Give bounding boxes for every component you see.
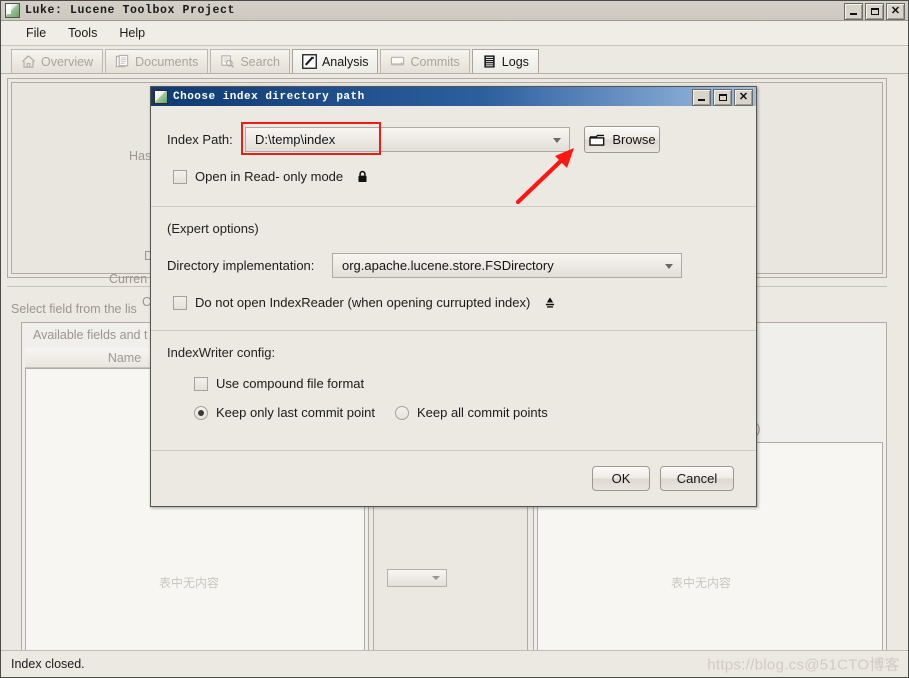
cancel-button[interactable]: Cancel [660,466,734,491]
bg-label-has: Has [129,149,151,163]
dialog-close-button[interactable]: ✕ [734,89,753,106]
tab-logs[interactable]: Logs [472,49,539,73]
window-controls: ✕ [844,3,905,20]
screenshot-root: Luke: Lucene Toolbox Project ✕ File Tool… [0,0,909,678]
keep-all-commits-label: Keep all commit points [417,405,548,420]
window-titlebar: Luke: Lucene Toolbox Project ✕ [1,1,908,21]
index-path-combo[interactable]: D:\temp\index [245,127,570,152]
logs-icon [482,54,497,69]
tab-documents[interactable]: Documents [105,49,208,73]
tab-analysis[interactable]: Analysis [292,49,379,73]
bg-empty-table-right: 表中无内容 [671,574,731,591]
tab-search[interactable]: Search [210,49,290,73]
directory-impl-value: org.apache.lucene.store.FSDirectory [342,258,554,273]
directory-impl-row: Directory implementation: org.apache.luc… [167,253,740,278]
window-title: Luke: Lucene Toolbox Project [25,4,235,17]
analysis-icon [302,54,317,69]
bg-label-current: Curren [109,272,147,286]
chevron-down-icon [553,138,561,143]
menubar: File Tools Help [1,21,908,46]
commit-point-radio-group: Keep only last commit point Keep all com… [194,405,740,420]
index-path-row: Index Path: D:\temp\index Brows [167,126,740,153]
bg-empty-table-left: 表中无内容 [159,574,219,591]
dialog-minimize-button[interactable] [692,89,711,106]
no-index-reader-label: Do not open IndexReader (when opening cu… [195,295,530,310]
tab-strip: Overview Documents Search [1,46,908,74]
close-button[interactable]: ✕ [886,3,905,20]
commits-icon [390,54,405,69]
documents-icon [115,54,130,69]
dialog-footer: OK Cancel [151,450,756,506]
indexwriter-config-section: IndexWriter config: Use compound file fo… [151,331,756,420]
tab-label: Overview [41,55,93,69]
tab-label: Documents [135,55,198,69]
dialog-titlebar: Choose index directory path ✕ [151,87,756,106]
watermark-text: https://blog.cs@51CTO博客 [707,654,900,675]
warning-icon [544,296,556,309]
minimize-button[interactable] [844,3,863,20]
dialog-body: Index Path: D:\temp\index Brows [151,106,756,506]
keep-last-commit-label: Keep only last commit point [216,405,375,420]
watermark: https://blog.cs@51CTO博客 [707,654,900,675]
expert-options-section: (Expert options) Directory implementatio… [151,207,756,310]
column-header-label: Name [108,351,141,365]
tab-label: Search [240,55,280,69]
ok-button[interactable]: OK [592,466,650,491]
middle-combo[interactable] [387,569,447,587]
compound-format-row[interactable]: Use compound file format [194,376,740,391]
index-path-value: D:\temp\index [255,132,335,147]
tab-label: Analysis [322,55,369,69]
compound-format-label: Use compound file format [216,376,364,391]
chevron-down-icon [665,264,673,269]
home-icon [21,54,36,69]
tab-overview[interactable]: Overview [11,49,103,73]
index-path-combo-wrap: D:\temp\index [245,127,570,152]
bg-label-available-fields: Available fields and t [33,328,147,342]
expert-options-heading: (Expert options) [167,221,740,236]
dialog-window-controls: ✕ [692,89,753,106]
menu-file[interactable]: File [15,23,57,43]
keep-last-commit-row[interactable]: Keep only last commit point [194,405,375,420]
browse-button[interactable]: Browse [584,126,660,153]
choose-index-directory-dialog: Choose index directory path ✕ Index Path… [150,86,757,507]
ok-label: OK [612,471,631,486]
index-path-section: Index Path: D:\temp\index Brows [151,106,756,184]
read-only-checkbox[interactable] [173,170,187,184]
index-path-label: Index Path: [167,132,245,147]
maximize-button[interactable] [865,3,884,20]
tab-label: Commits [410,55,459,69]
status-bar: Index closed. https://blog.cs@51CTO博客 [1,650,908,677]
tab-commits[interactable]: Commits [380,49,469,73]
menu-tools[interactable]: Tools [57,23,108,43]
app-icon [5,3,20,18]
read-only-label: Open in Read- only mode [195,169,343,184]
directory-impl-label: Directory implementation: [167,258,332,273]
directory-impl-combo[interactable]: org.apache.lucene.store.FSDirectory [332,253,682,278]
no-index-reader-checkbox[interactable] [173,296,187,310]
no-index-reader-row[interactable]: Do not open IndexReader (when opening cu… [173,295,740,310]
folder-icon [588,133,606,147]
indexwriter-heading: IndexWriter config: [167,345,740,360]
menu-help[interactable]: Help [108,23,156,43]
cancel-label: Cancel [677,471,717,486]
status-message: Index closed. [11,657,85,671]
bg-label-select-field: Select field from the lis [11,302,137,316]
keep-all-commits-row[interactable]: Keep all commit points [395,405,548,420]
search-icon [220,54,235,69]
read-only-row[interactable]: Open in Read- only mode [173,169,740,184]
browse-label: Browse [612,132,655,147]
dialog-title: Choose index directory path [173,91,365,103]
compound-format-checkbox[interactable] [194,377,208,391]
tab-label: Logs [502,55,529,69]
keep-last-commit-radio[interactable] [194,406,208,420]
lock-icon [357,170,368,183]
keep-all-commits-radio[interactable] [395,406,409,420]
dialog-maximize-button[interactable] [713,89,732,106]
dialog-app-icon [154,90,168,104]
